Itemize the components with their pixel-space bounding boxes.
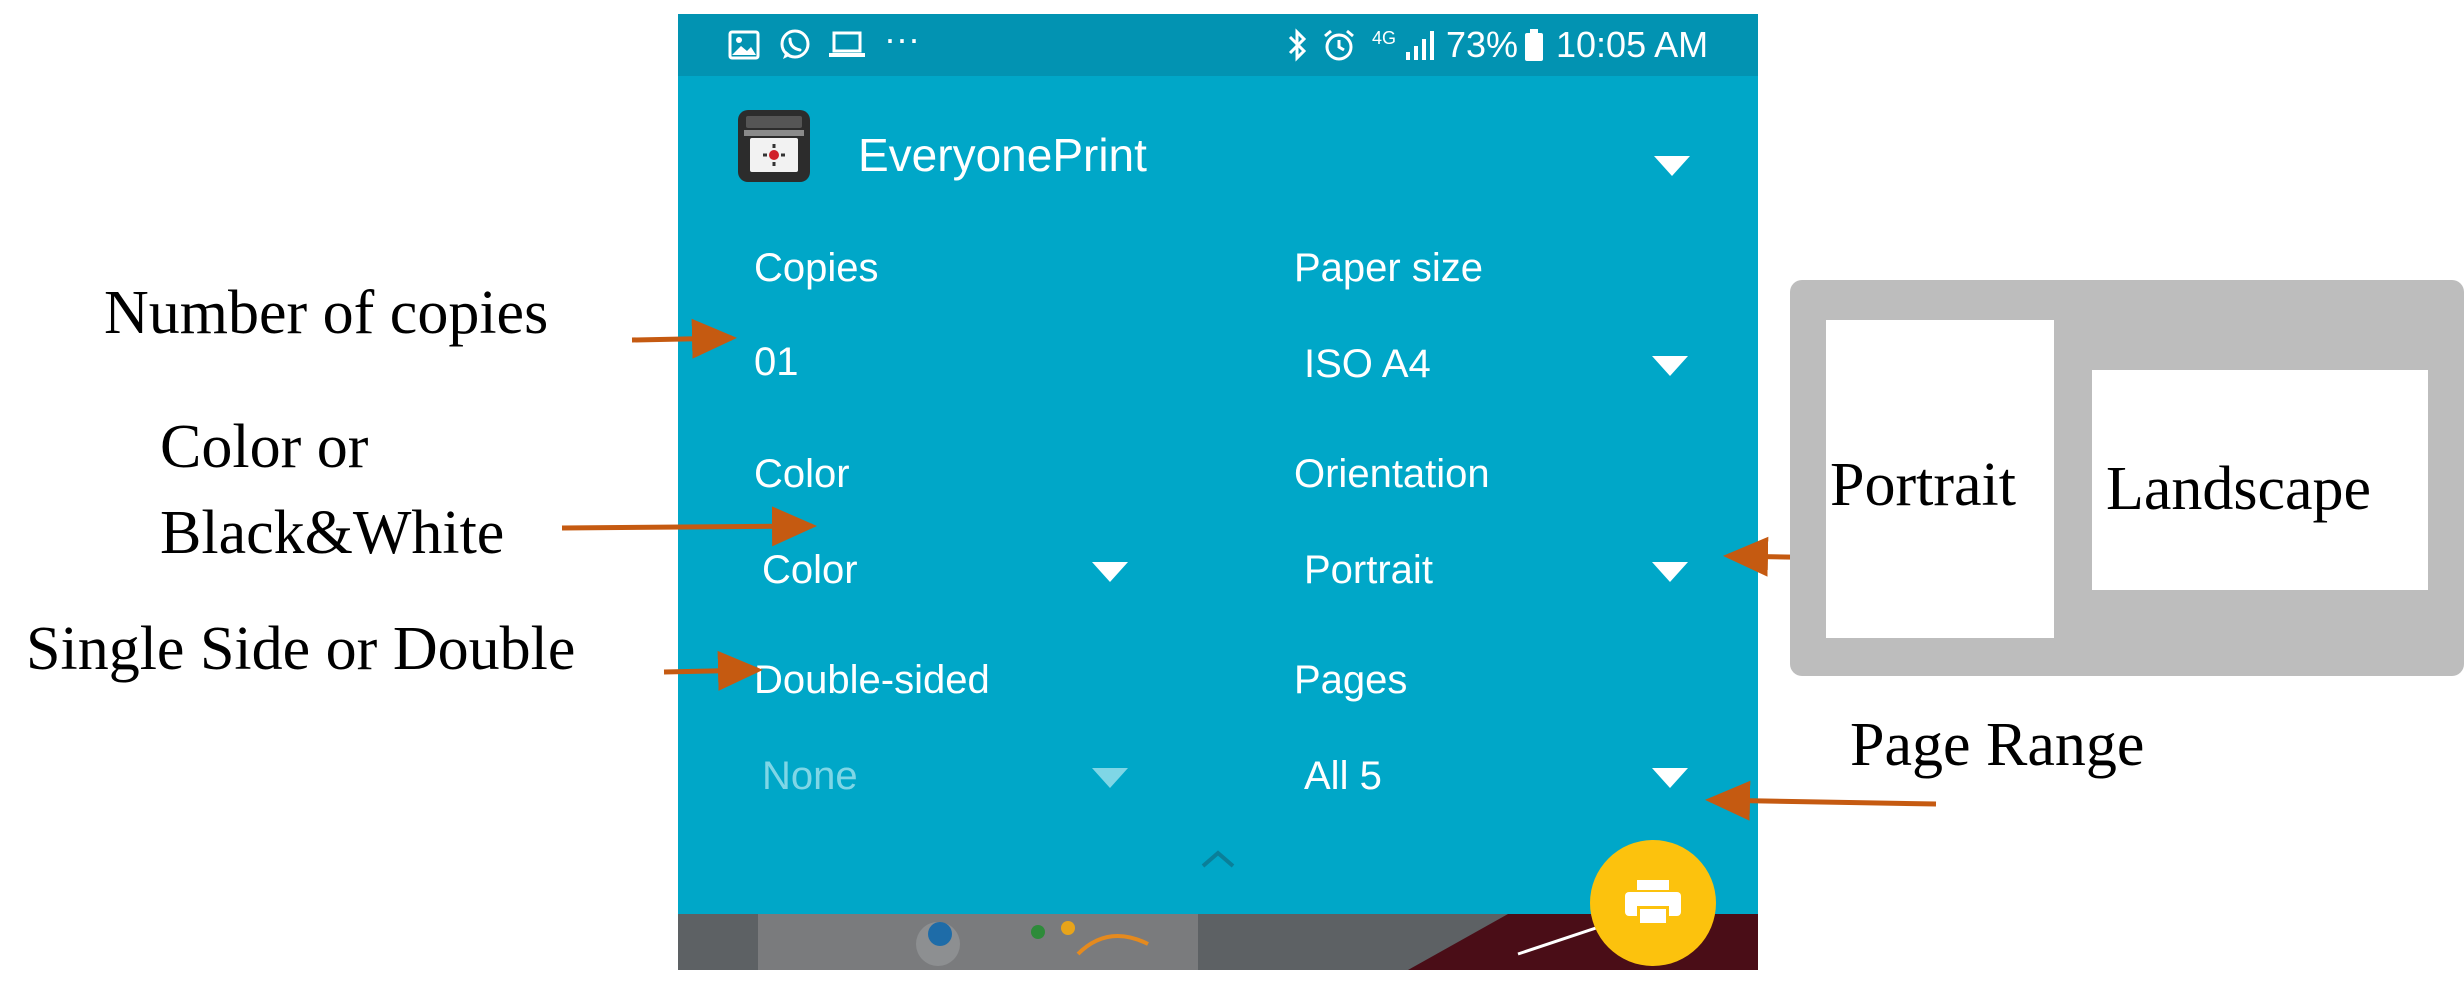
arrow-color: [561, 506, 817, 547]
arrow-double-sided: [663, 650, 763, 691]
orientation-options-box: Portrait Landscape: [1790, 280, 2464, 676]
portrait-card: Portrait: [1826, 320, 2054, 638]
landscape-label: Landscape: [2106, 455, 2372, 523]
arrow-copies: [631, 318, 737, 359]
portrait-label: Portrait: [1830, 451, 2016, 519]
arrow-page-range: [1705, 780, 1937, 821]
landscape-card: Landscape: [2092, 370, 2428, 590]
